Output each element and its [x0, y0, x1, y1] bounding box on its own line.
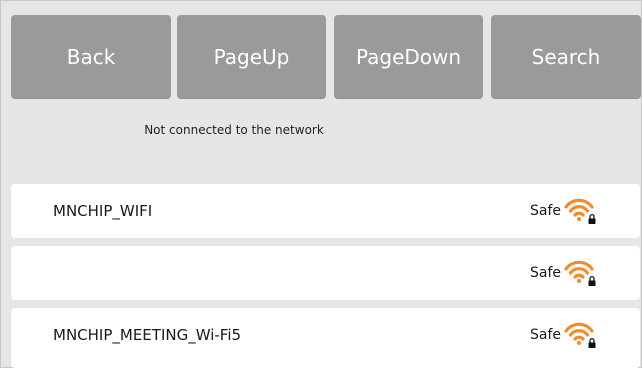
wifi-settings-screen: Back PageUp PageDown Search Not connecte…	[0, 0, 642, 368]
network-ssid: MNCHIP_MEETING_Wi-Fi5	[53, 326, 242, 344]
network-row[interactable]: MNCHIP_MEETING_Wi-Fi5 Safe	[11, 308, 640, 368]
search-button[interactable]: Search	[491, 15, 641, 99]
wifi-locked-icon	[564, 195, 598, 225]
network-row[interactable]: MNCHIP_WIFI Safe	[11, 184, 640, 238]
back-button[interactable]: Back	[11, 15, 171, 99]
wifi-locked-icon	[564, 257, 598, 287]
network-row[interactable]: Safe	[11, 246, 640, 300]
network-security: Safe	[529, 327, 561, 343]
toolbar: Back PageUp PageDown Search	[11, 15, 641, 99]
connection-status: Not connected to the network	[144, 123, 324, 137]
page-up-button[interactable]: PageUp	[177, 15, 326, 99]
network-security: Safe	[529, 203, 561, 219]
page-down-button[interactable]: PageDown	[334, 15, 483, 99]
network-security: Safe	[529, 265, 561, 281]
network-ssid: MNCHIP_WIFI	[53, 202, 153, 220]
wifi-locked-icon	[564, 319, 598, 349]
